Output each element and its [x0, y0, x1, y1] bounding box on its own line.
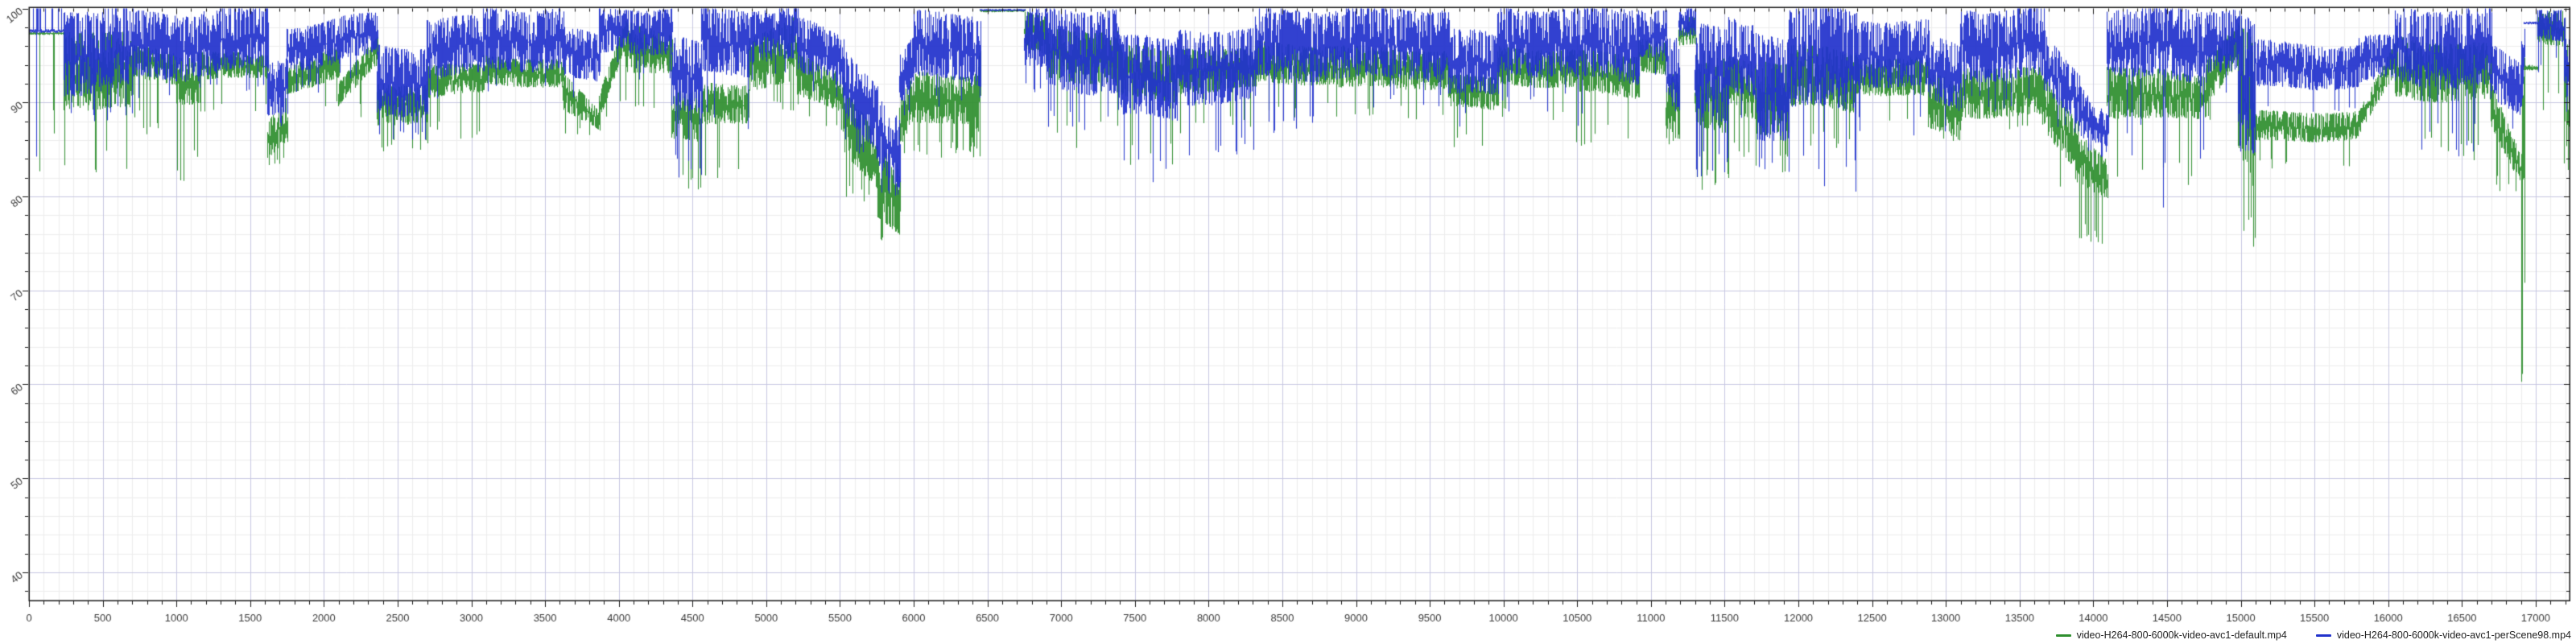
legend-item-perscene: video-H264-800-6000k-video-avc1-perScene… [2316, 630, 2571, 641]
vmaf-per-frame-chart: video-H264-800-6000k-video-avc1-default.… [0, 0, 2576, 644]
legend-item-default: video-H264-800-6000k-video-avc1-default.… [2056, 630, 2287, 641]
chart-legend: video-H264-800-6000k-video-avc1-default.… [2056, 630, 2571, 641]
legend-label-default: video-H264-800-6000k-video-avc1-default.… [2077, 630, 2287, 641]
legend-label-perscene: video-H264-800-6000k-video-avc1-perScene… [2337, 630, 2571, 641]
legend-swatch-perscene-icon [2316, 634, 2331, 637]
chart-canvas[interactable] [0, 0, 2576, 644]
legend-swatch-default-icon [2056, 634, 2071, 637]
